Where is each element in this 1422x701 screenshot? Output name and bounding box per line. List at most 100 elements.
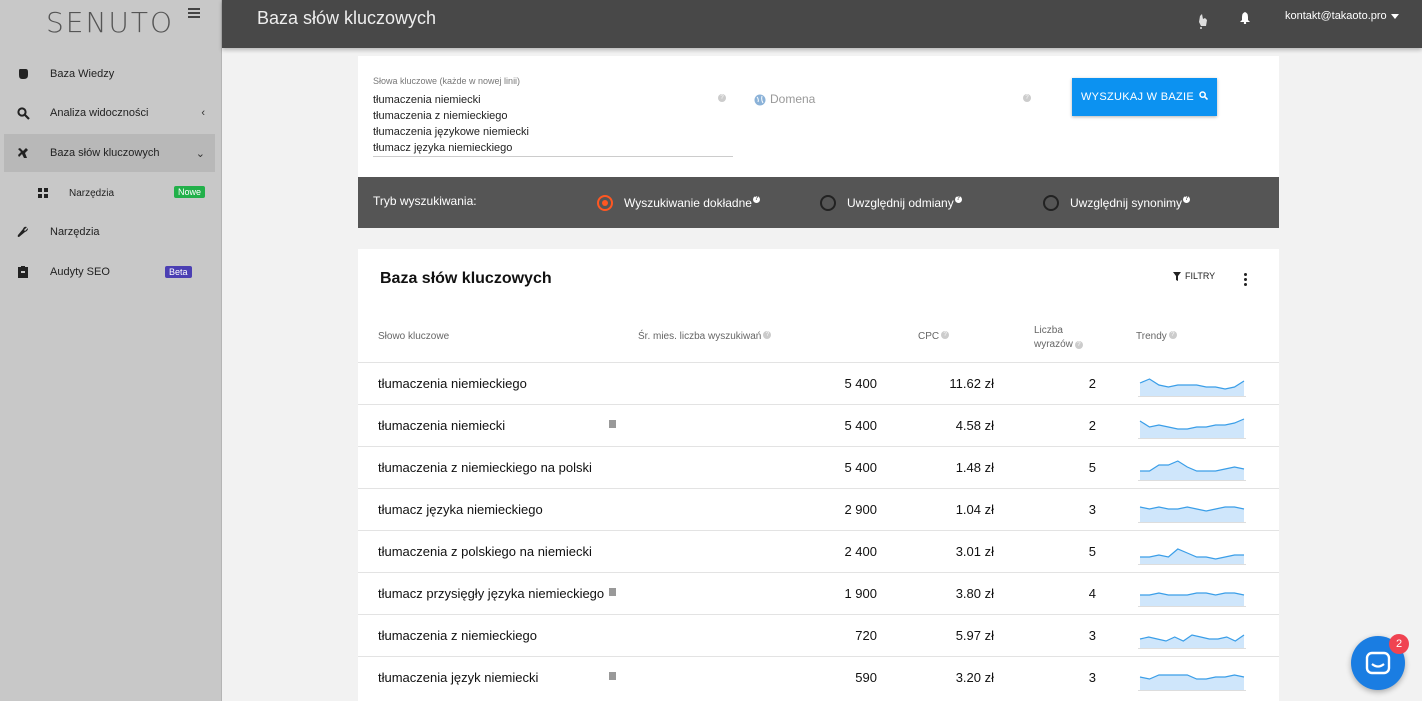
sidebar: SENUTO Baza Wiedzy Analiza widoczności ‹… <box>0 0 222 701</box>
volume-cell: 5 400 <box>844 460 877 475</box>
sidebar-item-label: Baza słów kluczowych <box>50 147 160 159</box>
word-count-cell: 2 <box>1088 376 1096 391</box>
sidebar-item-label: Analiza widoczności <box>50 107 149 119</box>
trend-area <box>1140 461 1244 480</box>
menu-icon[interactable] <box>188 8 200 20</box>
sidebar-item-audyty[interactable]: Audyty SEO Beta <box>4 253 215 291</box>
trend-sparkline <box>1138 592 1246 607</box>
wrench-icon <box>16 225 30 239</box>
help-icon[interactable]: ? <box>1183 196 1191 203</box>
key-icon <box>16 146 30 160</box>
filter-button[interactable]: FILTRY <box>1173 271 1215 281</box>
radio-variants-label[interactable]: Uwzględnij odmiany? <box>847 196 962 210</box>
search-button[interactable]: WYSZUKAJ W BAZIE <box>1072 78 1217 116</box>
trend-area <box>1140 593 1244 606</box>
sidebar-item-narzedzia-sub[interactable]: Narzędzia Nowe <box>4 174 215 212</box>
keyword-cell[interactable]: tłumacz języka niemieckiego <box>378 502 543 517</box>
radio-synonyms[interactable] <box>1043 195 1059 211</box>
column-trends[interactable]: Trendy? <box>1136 331 1177 342</box>
table-row[interactable]: tłumacz języka niemieckiego 2 900 1.04 zł 3 <box>358 488 1279 530</box>
search-button-label: WYSZUKAJ W BAZIE <box>1081 91 1194 103</box>
domain-input[interactable]: Domena <box>770 92 815 106</box>
flag-icon <box>609 672 616 680</box>
sidebar-item-analiza[interactable]: Analiza widoczności ‹ <box>4 94 215 132</box>
keyword-cell[interactable]: tłumaczenia niemieckiego <box>378 376 527 391</box>
chevron-down-icon: ⌄ <box>195 147 205 160</box>
radio-exact[interactable] <box>597 195 613 211</box>
keywords-textarea[interactable]: tłumaczenia niemiecki tłumaczenia z niem… <box>373 92 529 156</box>
word-count-cell: 2 <box>1088 418 1096 433</box>
globe-icon <box>754 93 766 111</box>
sidebar-item-narzedzia[interactable]: Narzędzia <box>4 213 215 251</box>
keyword-cell[interactable]: tłumaczenia język niemiecki <box>378 670 538 685</box>
table-row[interactable]: tłumaczenia z niemieckiego na polski 5 40… <box>358 446 1279 488</box>
keyword-cell[interactable]: tłumaczenia niemiecki <box>378 418 505 433</box>
table-row[interactable]: tłumaczenia niemiecki 5 400 4.58 zł 2 <box>358 404 1279 446</box>
volume-cell: 5 400 <box>844 376 877 391</box>
sidebar-item-baza-wiedzy[interactable]: Baza Wiedzy <box>4 55 215 93</box>
word-count-cell: 5 <box>1088 460 1096 475</box>
results-card: Baza słów kluczowych FILTRY Słowo kluczo… <box>358 249 1279 701</box>
help-icon[interactable]: ? <box>954 196 962 203</box>
table-row[interactable]: tłumaczenia z niemieckiego 720 5.97 zł 3 <box>358 614 1279 656</box>
radio-exact-label[interactable]: Wyszukiwanie dokładne? <box>624 196 760 210</box>
trend-sparkline <box>1138 506 1246 523</box>
help-icon[interactable]: ? <box>1074 341 1083 349</box>
trend-sparkline <box>1138 634 1246 649</box>
cpc-cell: 1.48 zł <box>955 460 994 475</box>
help-icon[interactable]: ? <box>763 331 772 339</box>
keyword-cell[interactable]: tłumaczenia z niemieckiego <box>378 628 537 643</box>
column-keyword[interactable]: Słowo kluczowe <box>378 331 449 342</box>
table-row[interactable]: tłumaczenia niemieckiego 5 400 11.62 zł 2 <box>358 362 1279 404</box>
keyword-cell[interactable]: tłumaczenia z niemieckiego na polski <box>378 460 592 475</box>
volume-cell: 5 400 <box>844 418 877 433</box>
cpc-cell: 1.04 zł <box>955 502 994 517</box>
trend-area <box>1140 635 1244 648</box>
filter-icon <box>1173 271 1181 281</box>
chevron-left-icon: ‹ <box>201 107 205 119</box>
trend-sparkline <box>1138 378 1246 397</box>
volume-cell: 590 <box>855 670 877 685</box>
trend-sparkline <box>1138 460 1246 481</box>
user-email: kontakt@takaoto.pro <box>1285 10 1387 22</box>
word-count-cell: 3 <box>1088 502 1096 517</box>
keyword-line: tłumaczenia niemiecki <box>373 94 481 106</box>
help-icon[interactable]: ? <box>718 94 726 102</box>
column-words[interactable]: Liczba wyrazów? <box>1034 324 1083 352</box>
help-icon[interactable]: ? <box>752 196 760 203</box>
logo[interactable]: SENUTO <box>0 0 221 44</box>
sidebar-item-baza-slow[interactable]: Baza słów kluczowych ⌄ <box>4 134 215 172</box>
volume-cell: 1 900 <box>844 586 877 601</box>
keyword-line: tłumaczenia z niemieckiego <box>373 110 508 122</box>
keyword-cell[interactable]: tłumacz przysięgły języka niemieckiego <box>378 586 604 601</box>
user-menu[interactable]: kontakt@takaoto.pro <box>1285 10 1399 22</box>
column-cpc[interactable]: CPC? <box>918 331 950 342</box>
trend-sparkline <box>1138 548 1246 565</box>
table-row[interactable]: tłumaczenia z polskiego na niemiecki 2 40… <box>358 530 1279 572</box>
keyword-cell[interactable]: tłumaczenia z polskiego na niemiecki <box>378 544 592 559</box>
volume-cell: 2 400 <box>844 544 877 559</box>
flag-icon <box>609 588 616 596</box>
help-icon[interactable]: ? <box>1168 331 1177 339</box>
word-count-cell: 4 <box>1088 586 1096 601</box>
brain-icon <box>16 67 30 81</box>
help-icon[interactable]: ? <box>941 331 950 339</box>
word-count-cell: 3 <box>1088 670 1096 685</box>
radio-variants[interactable] <box>820 195 836 211</box>
cpc-cell: 3.01 zł <box>955 544 994 559</box>
search-icon <box>16 106 30 120</box>
results-title: Baza słów kluczowych <box>380 270 552 287</box>
column-volume[interactable]: Śr. mies. liczba wyszukiwań? <box>638 331 772 342</box>
cpc-cell: 3.80 zł <box>955 586 994 601</box>
more-options-icon[interactable] <box>1244 273 1248 288</box>
table-row[interactable]: tłumacz przysięgły języka niemieckiego 1 … <box>358 572 1279 614</box>
table-row[interactable]: tłumaczenia język niemiecki 590 3.20 zł 3 <box>358 656 1279 698</box>
search-icon <box>1199 91 1209 103</box>
hand-icon[interactable] <box>1198 12 1208 35</box>
bell-icon[interactable] <box>1240 11 1250 29</box>
radio-synonyms-label[interactable]: Uwzględnij synonimy? <box>1070 196 1191 210</box>
grid-icon <box>36 186 50 200</box>
search-card: Słowa kluczowe (każde w nowej linii) tłu… <box>358 56 1279 177</box>
clipboard-icon <box>16 265 30 279</box>
help-icon[interactable]: ? <box>1023 94 1031 102</box>
